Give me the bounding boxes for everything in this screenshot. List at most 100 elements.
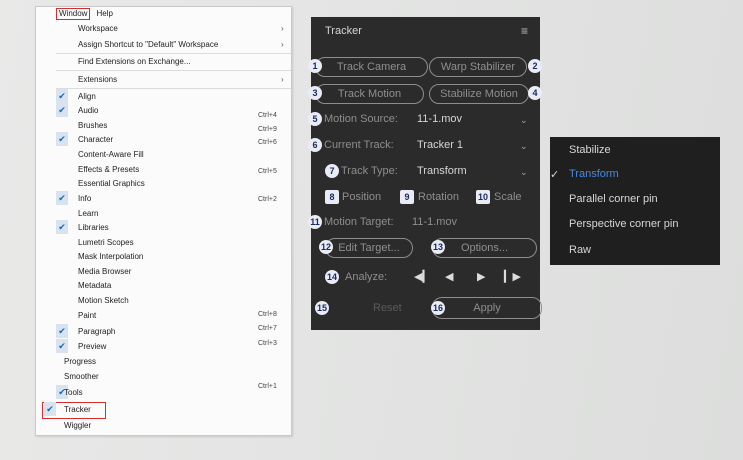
menu-bar: Window Help (56, 8, 115, 20)
options-button[interactable]: Options... (432, 238, 537, 258)
checkmark-icon: ✔ (56, 324, 68, 338)
menu-item-label: Preview (78, 342, 107, 351)
checkmark-icon: ✔ (56, 339, 68, 353)
menu-item-motion-sketch[interactable]: Motion Sketch (36, 294, 291, 307)
menu-item-label: Progress (64, 357, 97, 366)
track-camera-button[interactable]: Track Camera (315, 57, 428, 77)
help-menu-title[interactable]: Help (94, 9, 114, 19)
motion-source-value[interactable]: 11-1.mov (417, 113, 462, 125)
button-label: Edit Target... (338, 242, 400, 254)
track-type-option-transform[interactable]: Transform (569, 168, 619, 180)
checkmark-icon: ✔ (56, 89, 68, 103)
menu-item-metadata[interactable]: Metadata (36, 279, 291, 292)
hamburger-icon[interactable]: ≡ (521, 24, 528, 38)
analyze-backward-frame-icon[interactable]: ◀▎ (414, 270, 431, 283)
menu-item-effects-presets[interactable]: Effects & Presets Ctrl+5 (36, 163, 291, 176)
badge-12: 12 (319, 240, 333, 254)
menu-item-paint[interactable]: Paint Ctrl+8 (36, 309, 291, 322)
menu-item-tools[interactable]: ✔ Tools Ctrl+1 (36, 383, 291, 399)
tracker-panel: Tracker ≡ Track Camera 1 Warp Stabilizer… (308, 17, 542, 330)
track-type-option-stabilize[interactable]: Stabilize (569, 144, 611, 156)
menu-item-label: Content-Aware Fill (78, 150, 144, 159)
menu-item-label: Workspace (78, 24, 118, 33)
menu-item-label: Brushes (78, 121, 108, 130)
menu-item-smoother[interactable]: Smoother (36, 370, 291, 383)
menu-item-lumetri-scopes[interactable]: Lumetri Scopes (36, 236, 291, 249)
analyze-forward-icon[interactable]: ▶ (477, 270, 485, 283)
menu-item-info[interactable]: ✔ Info Ctrl+2 (36, 191, 291, 205)
menu-item-audio[interactable]: ✔ Audio Ctrl+4 (36, 103, 291, 119)
menu-item-workspace[interactable]: Workspace › (36, 22, 291, 35)
menu-item-label: Mask Interpolation (78, 252, 144, 261)
badge-2: 2 (528, 59, 542, 73)
button-label: Track Camera (336, 61, 407, 73)
track-motion-button[interactable]: Track Motion (315, 84, 424, 104)
menu-item-extensions[interactable]: Extensions › (36, 73, 291, 86)
warp-stabilizer-button[interactable]: Warp Stabilizer (429, 57, 527, 77)
menu-item-label: Essential Graphics (78, 179, 145, 188)
apply-button[interactable]: Apply (432, 297, 542, 319)
menu-item-label: Libraries (78, 223, 109, 232)
button-label: Warp Stabilizer (440, 61, 516, 73)
checkmark-icon: ✔ (56, 191, 68, 205)
track-type-option-perspective-corner-pin[interactable]: Perspective corner pin (569, 218, 678, 230)
chevron-down-icon[interactable]: ⌄ (520, 141, 528, 152)
track-type-label: Track Type: (341, 165, 398, 177)
menu-item-tracker[interactable]: ✔ Tracker (36, 402, 291, 416)
window-menu-title[interactable]: Window (56, 8, 91, 20)
submenu-arrow-icon: › (281, 75, 284, 84)
badge-15: 15 (315, 301, 329, 315)
checkmark-icon: ✔ (44, 402, 56, 416)
track-type-value[interactable]: Transform (417, 165, 467, 177)
menu-item-mask-interpolation[interactable]: Mask Interpolation (36, 250, 291, 263)
menu-item-label: Metadata (78, 281, 112, 290)
scale-checkbox-label[interactable]: Scale (494, 191, 522, 203)
menu-item-label: Smoother (64, 372, 99, 381)
analyze-label: Analyze: (345, 271, 388, 283)
menu-item-shortcut: Ctrl+2 (258, 196, 277, 203)
menu-item-brushes[interactable]: Brushes Ctrl+9 (36, 119, 291, 133)
checkmark-icon: ✔ (56, 103, 68, 117)
menu-item-assign-shortcut[interactable]: Assign Shortcut to "Default" Workspace › (36, 38, 291, 51)
track-type-dropdown: Stabilize ✓ Transform Parallel corner pi… (550, 137, 720, 265)
menu-item-progress[interactable]: Progress (36, 355, 291, 368)
menu-item-wiggler[interactable]: Wiggler (36, 419, 291, 432)
track-type-option-parallel-corner-pin[interactable]: Parallel corner pin (569, 193, 658, 205)
menu-item-character[interactable]: ✔ Character Ctrl+6 (36, 132, 291, 146)
badge-3: 3 (308, 86, 322, 100)
stabilize-motion-button[interactable]: Stabilize Motion (429, 84, 529, 104)
checkmark-icon: ✔ (56, 220, 68, 234)
edit-target-button[interactable]: Edit Target... (325, 238, 413, 258)
menu-item-label: Assign Shortcut to "Default" Workspace (78, 40, 219, 49)
menu-item-label: Paragraph (78, 327, 116, 336)
button-label: Stabilize Motion (440, 88, 518, 100)
menu-item-preview[interactable]: ✔ Preview Ctrl+3 (36, 339, 291, 353)
menu-item-media-browser[interactable]: Media Browser (36, 265, 291, 278)
analyze-forward-frame-icon[interactable]: ▎▶ (504, 270, 521, 283)
motion-source-label: Motion Source: (324, 113, 398, 125)
analyze-backward-icon[interactable]: ◀ (445, 270, 453, 283)
menu-item-libraries[interactable]: ✔ Libraries (36, 220, 291, 234)
checkmark-icon: ✔ (56, 132, 68, 146)
menu-item-learn[interactable]: Learn (36, 207, 291, 220)
menu-item-paragraph[interactable]: ✔ Paragraph Ctrl+7 (36, 324, 291, 338)
menu-item-label: Paint (78, 311, 97, 320)
position-checkbox-label[interactable]: Position (342, 191, 381, 203)
current-track-label: Current Track: (324, 139, 394, 151)
menu-item-align[interactable]: ✔ Align (36, 89, 291, 103)
menu-item-find-extensions[interactable]: Find Extensions on Exchange... (36, 55, 291, 68)
chevron-down-icon[interactable]: ⌄ (520, 115, 528, 126)
current-track-value[interactable]: Tracker 1 (417, 139, 463, 151)
rotation-checkbox-label[interactable]: Rotation (418, 191, 459, 203)
chevron-down-icon[interactable]: ⌄ (520, 167, 528, 178)
menu-item-essential-graphics[interactable]: Essential Graphics (36, 177, 291, 190)
menu-item-content-aware-fill[interactable]: Content-Aware Fill (36, 148, 291, 161)
menu-item-label: Effects & Presets (78, 165, 140, 174)
window-menu: Window Help Workspace › Assign Shortcut … (35, 6, 292, 436)
menu-item-shortcut: Ctrl+8 (258, 311, 277, 318)
menu-item-label: Learn (78, 209, 99, 218)
reset-button[interactable]: Reset (373, 302, 402, 314)
track-type-option-raw[interactable]: Raw (569, 244, 591, 256)
submenu-arrow-icon: › (281, 24, 284, 33)
menu-item-label: Tools (64, 388, 83, 397)
